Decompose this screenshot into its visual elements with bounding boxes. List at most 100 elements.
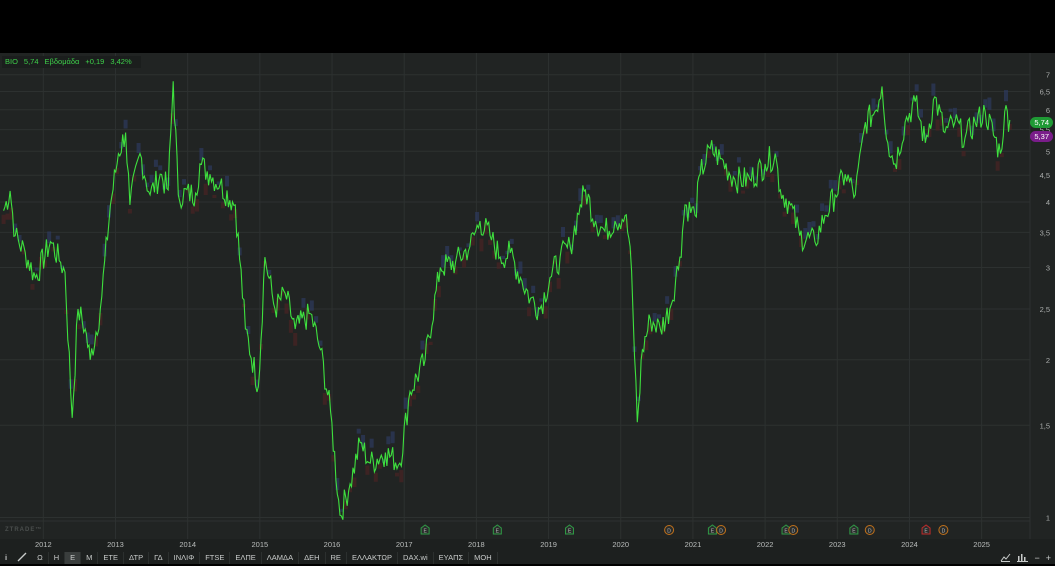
volume-profile-box bbox=[871, 98, 875, 110]
y-tick-label: 3 bbox=[1046, 264, 1050, 273]
x-tick-label: 2019 bbox=[540, 540, 557, 549]
volume-profile-box bbox=[783, 212, 787, 217]
volume-profile-box bbox=[957, 127, 961, 136]
volume-profile-box bbox=[124, 120, 128, 129]
volume-profile-box bbox=[599, 215, 603, 223]
period-0[interactable]: Ω bbox=[32, 552, 49, 564]
x-axis-years: 2012201320142015201620172018201920202021… bbox=[0, 539, 1055, 552]
y-tick-label: 7 bbox=[1046, 71, 1050, 80]
symbol-shortcut-2[interactable]: ΓΔ bbox=[149, 552, 168, 564]
symbol-shortcut-0[interactable]: ΕΤΕ bbox=[98, 552, 124, 564]
x-tick-label: 2024 bbox=[901, 540, 918, 549]
symbol-shortcut-5[interactable]: ΕΛΠΕ bbox=[230, 552, 261, 564]
symbol-shortcut-4[interactable]: FTSE bbox=[200, 552, 230, 564]
volume-profile-box bbox=[2, 215, 6, 224]
volume-profile-box bbox=[527, 307, 531, 316]
info-icon[interactable]: i bbox=[0, 552, 12, 564]
volume-profile-box bbox=[766, 171, 770, 177]
volume-profile-box bbox=[820, 203, 824, 211]
y-tick-label: 3,5 bbox=[1040, 228, 1050, 237]
volume-profile-box bbox=[475, 212, 479, 221]
volume-profile-box bbox=[501, 256, 505, 259]
volume-profile-box bbox=[707, 151, 711, 158]
volume-bars-icon[interactable] bbox=[1017, 552, 1028, 564]
volume-profile-box bbox=[987, 98, 991, 110]
volume-profile-box bbox=[936, 120, 940, 131]
symbol-shortcut-12[interactable]: ΜΟΗ bbox=[469, 552, 498, 564]
volume-profile-box bbox=[391, 431, 395, 443]
volume-profile-box bbox=[352, 478, 356, 488]
volume-profile-box bbox=[897, 159, 901, 170]
symbol-shortcut-6[interactable]: ΛΑΜΔΑ bbox=[262, 552, 299, 564]
y-tick-label: 2,5 bbox=[1040, 305, 1050, 314]
y-tick-label: 6 bbox=[1046, 106, 1050, 115]
volume-profile-box bbox=[441, 255, 445, 267]
symbol-shortcut-9[interactable]: ΕΛΛΑΚΤΩΡ bbox=[347, 552, 398, 564]
volume-profile-box bbox=[412, 394, 416, 399]
chart-legend: ΒΙΟ5,74Εβδομάδα+0,193,42% bbox=[2, 56, 141, 68]
volume-profile-box bbox=[653, 313, 657, 322]
volume-profile-box bbox=[395, 473, 399, 477]
volume-profile-box bbox=[221, 202, 225, 208]
event-label: D bbox=[942, 529, 946, 535]
period-1[interactable]: Η bbox=[49, 552, 65, 564]
volume-profile-box bbox=[497, 262, 501, 268]
volume-profile-box bbox=[561, 227, 565, 237]
volume-profile-box bbox=[208, 165, 212, 170]
event-label: D bbox=[667, 529, 671, 535]
chart-type-icon[interactable] bbox=[1000, 552, 1011, 564]
volume-profile-box bbox=[565, 252, 569, 264]
zoom-in-icon[interactable]: + bbox=[1046, 552, 1051, 564]
symbol-shortcut-11[interactable]: ΕΥΑΠΣ bbox=[434, 552, 470, 564]
x-tick-label: 2012 bbox=[35, 540, 52, 549]
volume-profile-box bbox=[212, 195, 216, 198]
x-tick-label: 2023 bbox=[829, 540, 846, 549]
watermark-logo: ZTRADE™ bbox=[5, 527, 42, 533]
volume-profile-box bbox=[404, 398, 408, 409]
volume-profile-box bbox=[370, 439, 374, 448]
volume-profile-box bbox=[931, 84, 935, 96]
volume-profile-box bbox=[323, 393, 327, 405]
period-2[interactable]: Ε bbox=[65, 552, 81, 564]
volume-profile-box bbox=[357, 429, 361, 434]
volume-profile-box bbox=[416, 386, 420, 393]
volume-profile-box bbox=[944, 118, 948, 123]
y-tick-label: 6,5 bbox=[1040, 88, 1050, 97]
symbol-shortcut-7[interactable]: ΔΕΗ bbox=[299, 552, 325, 564]
volume-profile-box bbox=[195, 199, 199, 211]
symbol-shortcut-10[interactable]: DAX.wi bbox=[398, 552, 434, 564]
chart-canvas[interactable]: 11,522,533,544,555,566,57EEEDEDEDEDED bbox=[0, 53, 1055, 539]
reference-price-badge: 5,37 bbox=[1030, 131, 1053, 142]
symbol-shortcut-1[interactable]: ΔΤΡ bbox=[124, 552, 149, 564]
volume-profile-box bbox=[289, 320, 293, 333]
pen-line-icon[interactable] bbox=[12, 552, 32, 564]
zoom-out-icon[interactable]: − bbox=[1034, 552, 1039, 564]
volume-profile-box bbox=[301, 298, 305, 308]
volume-profile-box bbox=[229, 214, 233, 220]
volume-profile-box bbox=[420, 341, 424, 350]
period-3[interactable]: Μ bbox=[81, 552, 98, 564]
volume-profile-box bbox=[518, 262, 522, 274]
volume-profile-box bbox=[906, 125, 910, 135]
volume-profile-box bbox=[603, 235, 607, 239]
volume-profile-box bbox=[657, 314, 661, 318]
volume-profile-box bbox=[225, 176, 229, 187]
volume-profile-box bbox=[949, 109, 953, 112]
y-tick-label: 4 bbox=[1046, 198, 1050, 207]
volume-profile-box bbox=[741, 191, 745, 194]
volume-profile-box bbox=[204, 184, 208, 195]
volume-profile-box bbox=[733, 171, 737, 175]
last-price-badge: 5,74 bbox=[1030, 117, 1053, 128]
symbol-shortcut-8[interactable]: RE bbox=[326, 552, 347, 564]
top-black-bar bbox=[0, 0, 1055, 53]
x-tick-label: 2016 bbox=[324, 540, 341, 549]
volume-profile-box bbox=[365, 466, 369, 475]
volume-profile-box bbox=[544, 306, 548, 318]
x-tick-label: 2021 bbox=[685, 540, 702, 549]
volume-profile-box bbox=[429, 342, 433, 345]
symbol-shortcut-3[interactable]: ΙΝΛΙΦ bbox=[169, 552, 201, 564]
volume-profile-box bbox=[251, 377, 255, 385]
price-chart[interactable]: 11,522,533,544,555,566,57EEEDEDEDEDED bbox=[0, 53, 1055, 539]
volume-profile-box bbox=[812, 221, 816, 226]
price-line bbox=[4, 81, 1010, 519]
